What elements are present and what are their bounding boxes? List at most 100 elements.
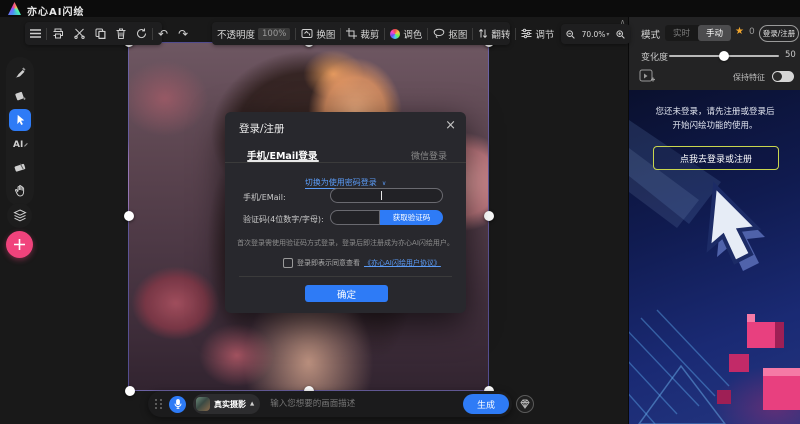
keep-feature-label: 保持特征 [733,72,765,83]
clipboard-icon [95,28,106,39]
switch-login-row: 切换为使用密码登录 ∨ [225,170,466,189]
effects-button[interactable] [516,395,534,413]
mic-button[interactable] [169,396,186,413]
variation-slider-knob[interactable] [719,51,729,61]
adjust-toolbar: 不透明度 100% 换图 裁剪 调色 [212,22,510,45]
adjust-button[interactable]: 调节 [516,22,559,45]
fill-tool[interactable] [9,85,31,107]
svg-text:AI: AI [13,140,23,149]
flip-button[interactable]: 翻转 [473,22,515,45]
selection-handle-bottom-left[interactable] [125,386,135,396]
zoom-in-button[interactable] [616,30,625,39]
ai-brush-icon: AI [12,137,28,149]
cutout-button[interactable]: 抠图 [428,22,472,45]
mode-label: 模式 [641,27,660,41]
chevron-down-icon: ∨ [382,180,386,187]
style-selector[interactable]: 真实摄影 ▲ [193,394,260,414]
opacity-control: 不透明度 100% [212,22,295,45]
generate-button[interactable]: 生成 [463,394,509,414]
titlebar: 亦心AI闪绘 [0,0,800,17]
sliders-icon [521,28,532,39]
eraser-tool[interactable] [9,156,31,178]
variation-value: 50 [785,50,796,60]
agreement-checkbox[interactable] [283,258,293,268]
redo-button[interactable]: ↷ [173,22,193,45]
layers-icon [13,209,27,222]
opacity-label: 不透明度 [217,27,255,41]
opacity-value[interactable]: 100% [258,28,290,40]
tool-sidebar: AI [6,57,34,206]
crop-label: 裁剪 [360,27,379,41]
login-notice-line1: 您还未登录，请先注册或登录后 [629,106,800,120]
color-label: 调色 [403,27,422,41]
edit-toolbar: ↶ ↷ [25,22,162,45]
mode-manual-button[interactable]: 手动 [698,25,731,41]
style-name: 真实摄影 [214,399,246,410]
undo-icon: ↶ [158,28,168,40]
login-modal: 登录/注册 × 手机/EMail登录 微信登录 切换为使用密码登录 ∨ 手机/E… [225,112,466,313]
zoom-out-button[interactable] [566,30,575,39]
zoom-level[interactable]: 70.0% ▾ [582,30,610,39]
menu-button[interactable] [25,22,46,45]
prompt-input[interactable] [268,398,463,410]
print-button[interactable] [47,22,69,45]
crop-icon [346,28,357,39]
mode-realtime-button[interactable]: 实时 [665,25,698,41]
select-tool[interactable] [9,109,31,131]
variation-slider[interactable] [669,55,779,57]
layers-button[interactable] [7,203,32,228]
color-wheel-icon [390,29,400,39]
delete-button[interactable] [111,22,131,45]
confirm-button[interactable]: 确定 [305,285,388,302]
phone-input[interactable] [330,188,443,203]
trash-icon [116,28,126,39]
copy-button[interactable] [90,22,111,45]
divider [239,276,452,277]
login-cta-button[interactable]: 点我去登录或注册 [653,146,779,170]
paint-bucket-icon [13,89,27,103]
keep-feature-toggle[interactable] [772,71,794,82]
undo-button[interactable]: ↶ [153,22,173,45]
app-root: 亦心AI闪绘 [0,0,800,424]
selection-handle-mid-right[interactable] [484,211,494,221]
mode-toggle: 实时 手动 [665,25,731,41]
selection-handle-mid-left[interactable] [124,211,134,221]
microphone-icon [174,399,182,409]
add-reference-image-button[interactable] [639,69,655,84]
pixel-art-illustration [629,90,800,424]
modal-close-button[interactable]: × [445,118,456,133]
ai-paint-tool[interactable]: AI [9,132,31,154]
variation-label: 变化度 [641,50,668,63]
phone-label: 手机/EMail: [243,192,286,203]
tab-wechat-login[interactable]: 微信登录 [411,149,447,162]
code-input[interactable] [330,210,380,225]
preview-area: 您还未登录，请先注册或登录后 开始闪绘功能的使用。 点我去登录或注册 [629,90,800,424]
flip-label: 翻转 [491,27,510,41]
first-login-notice: 首次登录需使用验证码方式登录，登录后即注册成为亦心AI闪绘用户。 [235,238,456,248]
zoom-caret-icon: ▾ [606,31,609,38]
history-icon [136,28,147,39]
text-caret [381,191,382,200]
redo-icon: ↷ [178,28,188,40]
crop-button[interactable]: 裁剪 [341,22,384,45]
color-button[interactable]: 调色 [385,22,427,45]
style-caret-icon: ▲ [250,401,254,407]
history-button[interactable] [131,22,152,45]
login-register-button[interactable]: 登录/注册 [759,25,799,42]
add-button[interactable] [6,231,33,258]
get-code-button[interactable]: 获取验证码 [380,210,443,225]
pan-tool[interactable] [9,179,31,201]
toggle-knob [773,72,782,81]
canvas-scroll-up-icon[interactable]: ∧ [620,18,625,26]
modal-title: 登录/注册 [239,121,285,136]
cut-button[interactable] [69,22,90,45]
hamburger-icon [30,29,41,38]
drag-handle[interactable] [155,399,163,409]
right-panel: 模式 实时 手动 ★ 0 登录/注册 变化度 50 保持特征 [628,16,800,424]
gem-icon [520,399,530,409]
agreement-link[interactable]: 《亦心AI闪绘用户协议》 [364,258,441,268]
eraser-icon [13,161,27,173]
brush-tool[interactable] [9,62,31,84]
swap-image-button[interactable]: 换图 [296,22,340,45]
brush-icon [13,66,27,80]
